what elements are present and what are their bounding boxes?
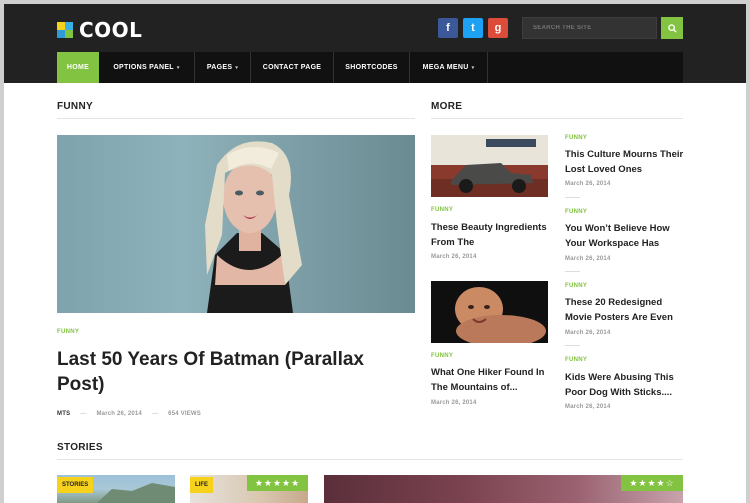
post-category[interactable]: FUNNY: [565, 283, 587, 289]
list-separator: [565, 345, 580, 346]
nav-label: CONTACT PAGE: [262, 64, 322, 71]
nav-item-mega-menu[interactable]: MEGA MENU ▾: [410, 52, 488, 83]
post-category[interactable]: FUNNY: [565, 209, 587, 215]
featured-category[interactable]: FUNNY: [57, 329, 79, 335]
twitter-button[interactable]: t: [463, 18, 483, 38]
nav-label: HOME: [66, 64, 90, 71]
search-icon: [667, 23, 677, 33]
site-header: COOL f t g HOME OPTIONS PANEL ▾: [4, 4, 746, 83]
post-title[interactable]: What One Hiker Found In The Mountains of…: [431, 366, 549, 395]
search-button[interactable]: [661, 17, 683, 39]
list-separator: [565, 197, 580, 198]
meta-separator: —: [151, 411, 159, 417]
section-divider: [431, 118, 683, 119]
section-title-more: MORE: [431, 101, 463, 112]
site-logo[interactable]: COOL: [57, 18, 142, 42]
thumbnail-car[interactable]: [431, 135, 548, 197]
baby-photo: [455, 287, 546, 343]
category-badge[interactable]: LIFE: [190, 477, 213, 493]
meta-separator: —: [80, 411, 87, 417]
chevron-down-icon: ▾: [471, 64, 475, 71]
featured-meta: MTS — March 26, 2014 — 654 VIEWS: [57, 411, 201, 417]
section-divider: [57, 118, 415, 119]
google-plus-button[interactable]: g: [488, 18, 508, 38]
post-date: March 26, 2014: [565, 330, 611, 336]
section-divider: [57, 459, 683, 460]
post-date: March 26, 2014: [96, 411, 142, 417]
category-badge[interactable]: STORIES: [57, 477, 94, 493]
nav-item-options-panel[interactable]: OPTIONS PANEL ▾: [99, 52, 195, 83]
facebook-button[interactable]: f: [438, 18, 458, 38]
post-title[interactable]: This Culture Mourns Their Lost Loved One…: [565, 148, 685, 177]
logo-text: COOL: [79, 18, 143, 42]
post-date: March 26, 2014: [565, 181, 611, 187]
post-category[interactable]: FUNNY: [565, 357, 587, 363]
logo-mark-icon: [57, 22, 73, 38]
post-category[interactable]: FUNNY: [431, 353, 453, 359]
car-photo: [431, 135, 548, 197]
nav-label: SHORTCODES: [345, 64, 398, 71]
thumbnail-baby[interactable]: [431, 281, 548, 343]
post-title[interactable]: Kids Were Abusing This Poor Dog With Sti…: [565, 371, 687, 400]
section-title-stories: STORIES: [57, 442, 103, 453]
page-frame: COOL f t g HOME OPTIONS PANEL ▾: [4, 4, 746, 503]
post-title[interactable]: These Beauty Ingredients From The: [431, 221, 549, 250]
nav-label: OPTIONS PANEL: [113, 64, 174, 71]
chevron-down-icon: ▾: [176, 64, 180, 71]
section-title-funny: FUNNY: [57, 101, 93, 112]
facebook-icon: f: [446, 22, 450, 34]
rating-stars: ★★★★☆: [621, 475, 683, 491]
post-category[interactable]: FUNNY: [431, 207, 453, 213]
chevron-down-icon: ▾: [235, 64, 239, 71]
post-title[interactable]: These 20 Redesigned Movie Posters Are Ev…: [565, 296, 685, 325]
list-separator: [565, 271, 580, 272]
nav-item-home[interactable]: HOME: [57, 52, 99, 83]
nav-label: MEGA MENU: [422, 64, 469, 71]
search-input[interactable]: [522, 17, 657, 39]
post-date: March 26, 2014: [431, 400, 477, 406]
nav-label: PAGES: [206, 64, 233, 71]
post-date: March 26, 2014: [565, 256, 611, 262]
nav-item-shortcodes[interactable]: SHORTCODES: [334, 52, 410, 83]
post-title[interactable]: You Won’t Believe How Your Workspace Has: [565, 222, 685, 251]
nav-item-contact-page[interactable]: CONTACT PAGE: [251, 52, 334, 83]
nav-item-pages[interactable]: PAGES ▾: [195, 52, 251, 83]
post-date: March 26, 2014: [431, 254, 477, 260]
main-nav: HOME OPTIONS PANEL ▾ PAGES ▾ CONTACT PAG…: [57, 52, 683, 83]
featured-title[interactable]: Last 50 Years Of Batman (Parallax Post): [57, 347, 407, 397]
post-category[interactable]: FUNNY: [565, 135, 587, 141]
google-plus-icon: g: [494, 22, 502, 34]
featured-image[interactable]: [57, 135, 415, 313]
author[interactable]: MTS: [57, 411, 70, 417]
twitter-icon: t: [471, 22, 475, 34]
view-count: 654 VIEWS: [168, 411, 201, 417]
rating-stars: ★★★★★: [247, 475, 308, 491]
portrait-photo: [205, 141, 302, 313]
post-date: March 26, 2014: [565, 404, 611, 410]
